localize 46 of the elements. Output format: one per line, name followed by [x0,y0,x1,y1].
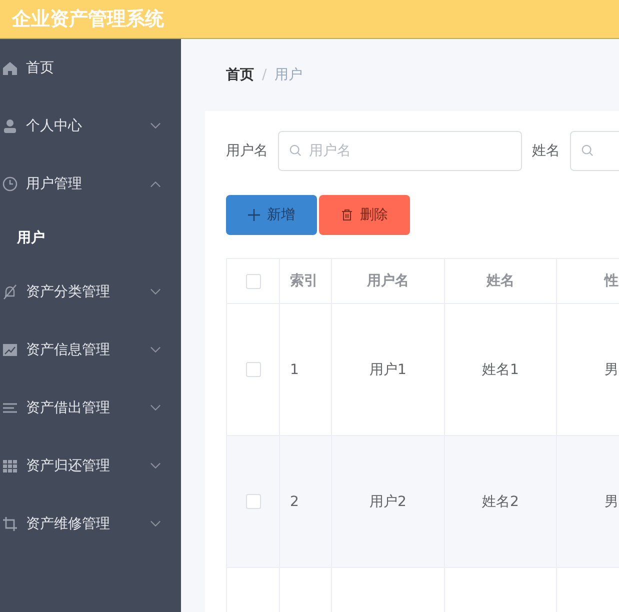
column-header: 姓名 [445,259,557,303]
field-label: 姓名 [532,142,560,160]
menu-item[interactable]: 资产归还管理 [0,437,181,495]
table-cell: 姓名1 [445,304,557,435]
menu-item[interactable]: 资产信息管理 [0,321,181,379]
home-icon [2,60,18,76]
menu-item[interactable]: 资产分类管理 [0,263,181,321]
app-title: 企业资产管理系统 [12,8,164,30]
chevron-icon [150,346,161,354]
plus-icon [248,209,260,221]
chevron-icon [150,180,161,188]
table-cell: 1 [280,304,332,435]
submenu-item[interactable]: 用户 [0,213,181,263]
table-cell: 用户1 [332,304,445,435]
column-header: 索引 [280,259,332,303]
list-icon [2,400,18,416]
breadcrumb-link[interactable]: 首页 [226,66,254,84]
menu-item[interactable]: 用户管理 [0,155,181,213]
table-cell: 男 [557,436,619,567]
table-cell: 2 [280,436,332,567]
table-cell: 用户2 [332,436,445,567]
bell-off-icon [2,284,18,300]
clock-icon [2,176,18,192]
menu-item[interactable]: 资产借出管理 [0,379,181,437]
grid-icon [2,458,18,474]
column-header: 性 [557,259,619,303]
crop-icon [2,516,18,532]
breadcrumb-separator: / [262,67,267,83]
checkbox[interactable] [246,362,260,377]
person-icon [2,118,18,134]
chevron-icon [150,404,161,412]
checkbox[interactable] [246,274,260,288]
column-header: 用户名 [332,259,445,303]
search-field[interactable]: 用户名 [278,131,522,171]
checkbox[interactable] [246,494,260,509]
trash-icon [341,209,353,221]
chevron-icon [150,520,161,528]
menu-item[interactable]: 首页 [0,39,181,97]
chevron-icon [150,122,161,130]
table-cell: 姓名2 [445,436,557,567]
chevron-icon [150,288,161,296]
menu-item[interactable]: 个人中心 [0,97,181,155]
table-cell: 男 [557,304,619,435]
chevron-icon [150,462,161,470]
menu-item[interactable]: 资产维修管理 [0,495,181,553]
field-label: 用户名 [226,142,268,160]
